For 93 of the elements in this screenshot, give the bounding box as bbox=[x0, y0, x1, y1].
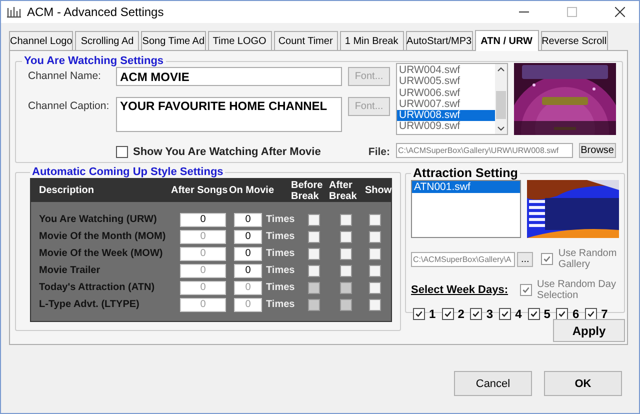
list-item[interactable]: ATN001.swf bbox=[412, 181, 520, 193]
tab[interactable]: 1 Min Break bbox=[340, 31, 404, 50]
list-item[interactable]: URW005.swf bbox=[397, 76, 495, 88]
checkbox[interactable] bbox=[116, 146, 128, 158]
scroll-up-icon[interactable] bbox=[497, 66, 505, 72]
checkbox-label: 1 bbox=[429, 307, 436, 321]
list-item[interactable]: URW006.swf bbox=[397, 88, 495, 99]
checkbox-label: Use Random Gallery bbox=[558, 248, 618, 270]
checkbox[interactable] bbox=[308, 264, 320, 276]
channel-caption-field[interactable]: YOUR FAVOURITE HOME CHANNEL bbox=[116, 97, 342, 132]
row-label: L-Type Advt. (LTYPE) bbox=[38, 299, 140, 310]
checkbox[interactable] bbox=[369, 230, 381, 242]
column-header: Show bbox=[365, 185, 391, 196]
list-item[interactable]: URW008.swf bbox=[397, 110, 495, 122]
checkbox[interactable] bbox=[470, 308, 482, 320]
checkbox[interactable] bbox=[308, 214, 320, 226]
checkbox[interactable] bbox=[413, 308, 425, 320]
checkbox[interactable] bbox=[308, 248, 320, 260]
checkbox-label: 5 bbox=[544, 307, 550, 321]
column-header: Before Break bbox=[291, 180, 324, 202]
group-title: Attraction Setting bbox=[412, 166, 519, 180]
dialog-button[interactable]: Cancel bbox=[454, 371, 532, 396]
checkbox[interactable] bbox=[340, 230, 352, 242]
checkbox-label: Use Random Day Selection bbox=[537, 279, 617, 301]
checkbox[interactable] bbox=[369, 282, 381, 294]
checkbox[interactable] bbox=[369, 214, 381, 226]
checkbox[interactable] bbox=[340, 264, 352, 276]
unit-label: Times bbox=[265, 299, 296, 310]
row-label: You Are Watching (URW) bbox=[38, 214, 158, 225]
browse-button[interactable]: ... bbox=[517, 252, 534, 266]
scroll-down-icon[interactable] bbox=[497, 126, 505, 132]
column-header: Description bbox=[38, 185, 96, 196]
row-label: Today's Attraction (ATN) bbox=[38, 282, 156, 293]
checkbox-label: 4 bbox=[515, 307, 522, 321]
close-icon[interactable] bbox=[615, 7, 625, 17]
window-title: ACM - Advanced Settings bbox=[27, 5, 164, 19]
checkbox[interactable] bbox=[369, 298, 381, 310]
dialog-button[interactable]: OK bbox=[544, 371, 622, 396]
number-field[interactable]: 0 bbox=[234, 212, 262, 226]
tab[interactable]: AutoStart/MP3 bbox=[406, 31, 473, 50]
field-label: File: bbox=[367, 145, 390, 158]
row-label: Movie Trailer bbox=[38, 265, 102, 276]
file-list[interactable]: URW004.swf URW005.swf URW006.swf URW007.swf URW008.swf URW009.swf bbox=[396, 63, 508, 135]
tab[interactable]: Scrolling Ad bbox=[75, 31, 140, 50]
apply-button[interactable]: Apply bbox=[553, 319, 625, 342]
tab[interactable]: Channel Logo bbox=[9, 31, 74, 50]
row-label: Movie Of the Week (MOW) bbox=[38, 248, 164, 259]
checkbox[interactable] bbox=[556, 308, 568, 320]
checkbox[interactable] bbox=[369, 248, 381, 260]
tab[interactable]: Time LOGO bbox=[208, 31, 272, 50]
checkbox[interactable] bbox=[499, 308, 512, 320]
tab[interactable]: Count Timer bbox=[274, 31, 338, 50]
checkbox-label: 7 bbox=[601, 307, 608, 321]
app-icon bbox=[7, 6, 21, 18]
browse-button[interactable]: Browse bbox=[578, 143, 616, 158]
number-field[interactable]: 0 bbox=[234, 264, 262, 278]
group-title: Automatic Coming Up Style Settings bbox=[31, 166, 224, 178]
checkbox[interactable] bbox=[528, 308, 540, 320]
checkbox-label: 2 bbox=[458, 307, 464, 321]
column-header: After Break bbox=[329, 180, 358, 202]
week-days-label: Select Week Days: bbox=[411, 284, 508, 296]
number-field[interactable]: 0 bbox=[180, 212, 226, 226]
checkbox-label: 6 bbox=[572, 307, 580, 321]
unit-label: Times bbox=[265, 231, 296, 242]
tab[interactable]: ATN / URW bbox=[474, 30, 539, 51]
list-item[interactable]: URW007.swf bbox=[397, 98, 495, 110]
unit-label: Times bbox=[265, 248, 296, 259]
checkbox[interactable] bbox=[308, 230, 320, 242]
unit-label: Times bbox=[265, 282, 296, 293]
checkbox[interactable] bbox=[585, 308, 598, 320]
scrollbar[interactable] bbox=[495, 64, 507, 134]
checkbox-label: Show You Are Watching After Movie bbox=[133, 146, 321, 158]
tab[interactable]: Reverse Scroll bbox=[540, 31, 608, 50]
list-item[interactable]: URW009.swf bbox=[397, 121, 495, 133]
unit-label: Times bbox=[265, 214, 296, 225]
column-header: After Songs bbox=[171, 185, 229, 196]
checkbox[interactable] bbox=[442, 308, 454, 320]
checkbox[interactable] bbox=[340, 214, 352, 226]
file-list[interactable]: ATN001.swf bbox=[411, 180, 521, 238]
number-field[interactable]: 0 bbox=[234, 230, 262, 244]
checkbox[interactable] bbox=[369, 264, 381, 276]
checkbox-label: 3 bbox=[486, 307, 494, 321]
field-label: Channel Caption: bbox=[28, 99, 110, 112]
number-field[interactable]: 0 bbox=[234, 246, 262, 260]
tab[interactable]: Song Time Ad bbox=[141, 31, 206, 50]
list-item[interactable]: URW004.swf bbox=[397, 65, 495, 76]
channel-name-field[interactable]: ACM MOVIE bbox=[116, 67, 342, 86]
checkbox[interactable] bbox=[340, 248, 352, 260]
field-label: Channel Name: bbox=[28, 69, 102, 82]
column-header: On Movie bbox=[229, 185, 276, 196]
unit-label: Times bbox=[265, 265, 296, 276]
group-title: You Are Watching Settings bbox=[23, 55, 165, 67]
row-label: Movie Of the Month (MOM) bbox=[38, 231, 167, 242]
